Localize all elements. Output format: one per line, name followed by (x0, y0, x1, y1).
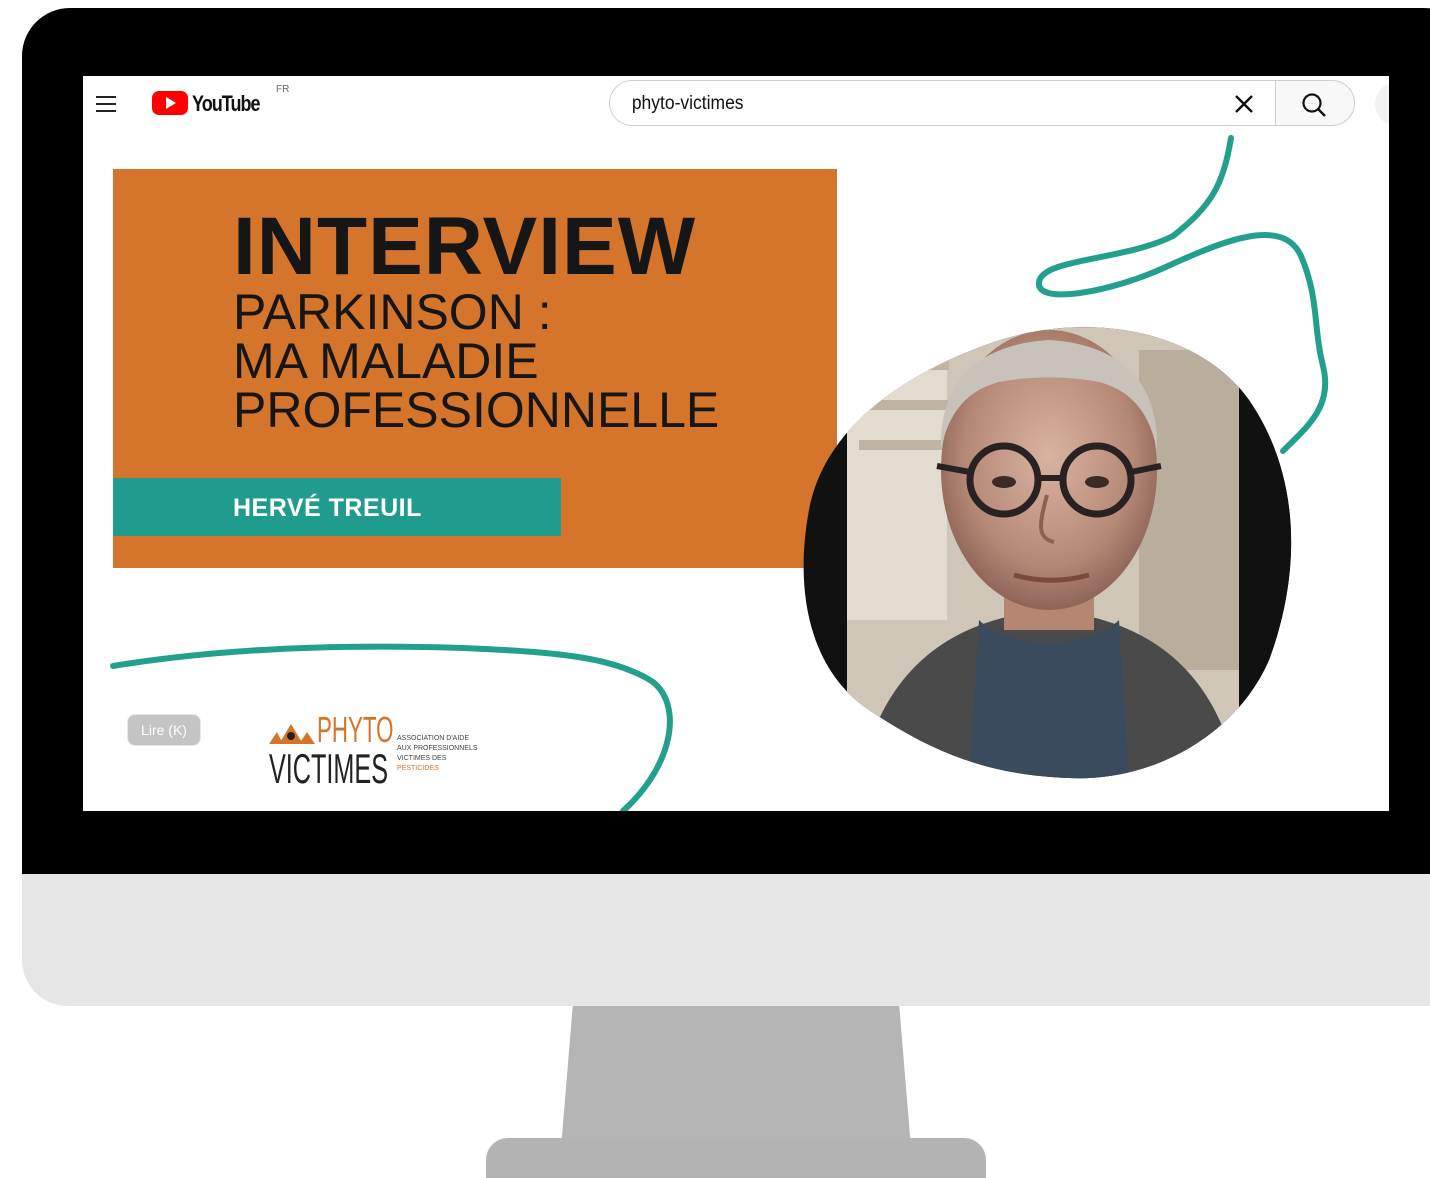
subtitle-line: PROFESSIONNELLE (233, 382, 720, 438)
video-title: INTERVIEW (233, 201, 697, 292)
tagline-line: Association d'aide (397, 735, 469, 742)
video-subtitle: PARKINSON : MA MALADIE PROFESSIONNELLE (233, 284, 720, 438)
youtube-wordmark: YouTube (192, 91, 261, 116)
search-input[interactable] (630, 81, 1149, 127)
search-box (609, 80, 1275, 127)
subtitle-line: MA MALADIE (233, 333, 539, 389)
interviewee-photo (803, 327, 1292, 779)
search-button[interactable] (1275, 80, 1355, 126)
interviewee-name: HERVÉ TREUIL (233, 494, 422, 522)
logo-word-phyto: PHYTO (317, 709, 394, 750)
tagline-line: pesticides (397, 765, 439, 772)
clear-icon (1235, 95, 1253, 113)
tagline-line: victimes des (397, 755, 447, 762)
monitor-stand-neck (560, 990, 912, 1160)
logo-tagline: Association d'aide aux professionnels vi… (397, 734, 517, 774)
youtube-logo[interactable]: YouTube FR (152, 84, 289, 118)
menu-icon[interactable] (93, 90, 121, 118)
logo-word-victimes: VICTIMES (269, 745, 389, 792)
phyto-victimes-logo: PHYTO VICTIMES Association d'aide aux pr… (269, 712, 489, 792)
monitor-stand-base (486, 1138, 986, 1178)
name-banner: HERVÉ TREUIL (113, 478, 561, 536)
youtube-logo-icon (152, 91, 188, 115)
subtitle-line: PARKINSON : (233, 284, 552, 340)
microphone-icon[interactable] (1375, 82, 1389, 126)
country-code: FR (276, 84, 290, 95)
youtube-header: YouTube FR (83, 76, 1389, 132)
monitor-screen: YouTube FR INTERVIEW PARKINSON : MA MALA… (83, 76, 1389, 811)
pesticide-logo-icon (269, 724, 315, 744)
play-button[interactable]: Lire (K) (127, 714, 201, 746)
search-icon (1302, 93, 1326, 117)
tagline-line: aux professionnels (397, 745, 478, 752)
clear-search-button[interactable] (1230, 90, 1258, 118)
